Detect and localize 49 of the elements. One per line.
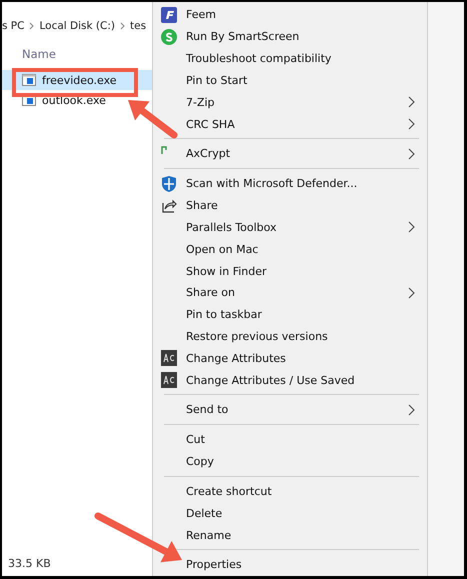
smartscreen-icon <box>161 28 177 45</box>
share-icon <box>161 198 177 214</box>
chevron-right-icon <box>408 286 415 299</box>
menu-item[interactable]: Send to <box>186 403 228 416</box>
annotation-arrow <box>128 100 178 138</box>
menu-item[interactable]: Restore previous versions <box>186 330 328 343</box>
file-row[interactable]: outlook.exe <box>2 90 152 110</box>
shield-icon <box>161 176 177 192</box>
breadcrumb-item[interactable]: tes <box>130 20 146 32</box>
menu-item[interactable]: Properties <box>186 558 242 572</box>
menu-item[interactable]: AxCrypt <box>186 147 230 160</box>
menu-item[interactable]: Show in Finder <box>186 264 267 278</box>
menu-item[interactable]: Create shortcut <box>186 484 272 498</box>
feem-logo-icon <box>161 7 177 23</box>
chevron-right-icon <box>408 118 415 130</box>
menu-item[interactable]: Change Attributes <box>186 352 286 365</box>
menu-item[interactable]: Delete <box>186 506 222 520</box>
ac-icon <box>161 372 177 388</box>
menu-item[interactable]: Pin to taskbar <box>186 308 262 322</box>
chevron-right-icon <box>408 96 415 108</box>
chevron-right-icon <box>408 148 415 160</box>
menu-item[interactable]: Rename <box>186 528 232 542</box>
column-header[interactable]: Name <box>2 38 152 70</box>
menu-item[interactable]: 7-Zip <box>186 96 215 109</box>
ac-icon <box>161 350 177 366</box>
menu-item[interactable]: Copy <box>186 455 214 468</box>
file-name: outlook.exe <box>42 94 106 106</box>
menu-item[interactable]: Run By SmartScreen <box>186 30 300 44</box>
menu-item[interactable]: Feem <box>186 8 216 22</box>
menu-item[interactable]: Open on Mac <box>186 242 258 256</box>
status-text: 33.5 KB <box>7 557 52 572</box>
breadcrumb-chevron-icon <box>120 22 125 30</box>
menu-item[interactable]: Troubleshoot compatibility <box>186 52 332 66</box>
menu-item[interactable]: Parallels Toolbox <box>186 220 277 234</box>
breadcrumb-item[interactable]: s PC <box>2 20 24 32</box>
axcrypt-icon <box>161 146 167 154</box>
breadcrumb-item[interactable]: Local Disk (C:) <box>39 20 115 32</box>
chevron-right-icon <box>408 404 415 416</box>
menu-item[interactable]: Pin to Start <box>186 74 248 87</box>
menu-item[interactable]: Share <box>186 199 218 212</box>
menu-item[interactable]: Scan with Microsoft Defender... <box>186 177 358 190</box>
file-name: freevideo.exe <box>42 74 117 86</box>
exe-file-icon <box>22 74 36 86</box>
menu-item[interactable]: Cut <box>186 433 205 446</box>
breadcrumb-chevron-icon <box>29 22 34 30</box>
menu-item[interactable]: Change Attributes / Use Saved <box>186 374 355 387</box>
menu-item[interactable]: Share on <box>186 286 235 300</box>
menu-item[interactable]: CRC SHA <box>186 118 235 131</box>
chevron-right-icon <box>408 221 415 234</box>
